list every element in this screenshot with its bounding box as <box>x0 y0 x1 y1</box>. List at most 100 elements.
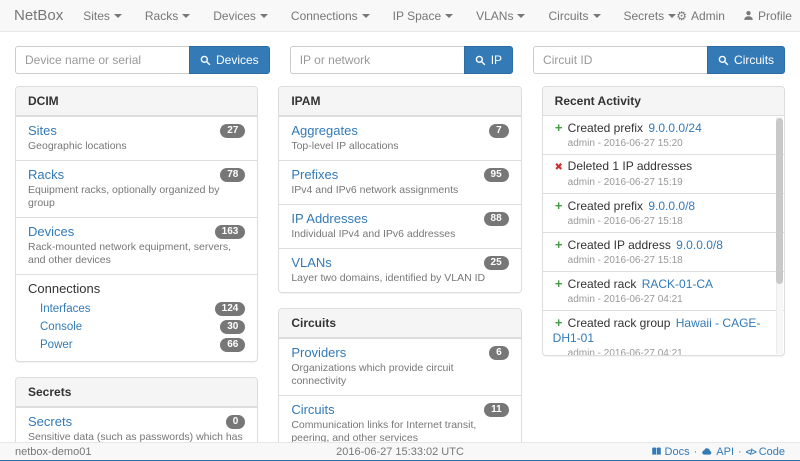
ip-search-button-label: IP <box>491 53 502 67</box>
nav-item-vlans[interactable]: VLANs <box>476 9 525 23</box>
count-badge: 163 <box>215 225 246 239</box>
admin-link[interactable]: ⚙ Admin <box>676 9 725 23</box>
item-description: Equipment racks, optionally organized by… <box>28 184 245 210</box>
connections-section: Connections Interfaces 124 Console 30 Po… <box>16 274 257 361</box>
ip-addresses-link[interactable]: IP Addresses <box>291 211 367 226</box>
activity-action: Created rack <box>568 277 637 291</box>
nav-item-circuits[interactable]: Circuits <box>548 9 600 23</box>
panel-title: Secrets <box>16 378 257 407</box>
activity-target-link[interactable]: 9.0.0.0/8 <box>676 238 723 252</box>
brand-logo[interactable]: NetBox <box>14 7 63 24</box>
activity-target-link[interactable]: 9.0.0.0/24 <box>648 121 701 135</box>
plus-icon: + <box>553 237 565 252</box>
device-search-group: Devices <box>15 46 270 74</box>
activity-item: +Created prefix 9.0.0.0/24 admin - 2016-… <box>543 116 784 154</box>
count-badge: 11 <box>484 403 509 417</box>
racks-link[interactable]: Racks <box>28 167 64 182</box>
item-description: Layer two domains, identified by VLAN ID <box>291 272 508 285</box>
list-item: Sites 27 Geographic locations <box>16 116 257 160</box>
item-description: Top-level IP allocations <box>291 140 508 153</box>
nav-item-ip-space[interactable]: IP Space <box>393 9 453 23</box>
activity-item: +Created rack group Hawaii - CAGE-DH1-01… <box>543 310 784 355</box>
list-item: VLANs 25 Layer two domains, identified b… <box>279 248 520 292</box>
search-icon <box>200 55 211 66</box>
activity-meta: admin - 2016-06-27 15:20 <box>553 137 768 150</box>
activity-list: + Created prefix 9.0.0.0/24 admin - 2016-… <box>543 116 784 355</box>
vlans-link[interactable]: VLANs <box>291 255 331 270</box>
devices-link[interactable]: Devices <box>28 224 74 239</box>
circuits-link[interactable]: Circuits <box>291 402 334 417</box>
search-row: Devices IP Circuits <box>0 32 800 86</box>
ip-search-button[interactable]: IP <box>464 46 513 74</box>
nav-item-connections[interactable]: Connections <box>291 9 370 23</box>
count-badge: 0 <box>226 415 246 429</box>
cloud-icon <box>701 446 713 457</box>
activity-action: Created prefix <box>568 121 643 135</box>
providers-link[interactable]: Providers <box>291 345 346 360</box>
activity-scrollbar-track[interactable] <box>776 117 783 354</box>
panel-recent-activity: Recent Activity + Created prefix 9.0.0.0/… <box>542 86 785 356</box>
search-icon <box>718 55 729 66</box>
activity-target-link[interactable]: RACK-01-CA <box>642 277 713 291</box>
plus-icon: + <box>553 315 565 330</box>
item-description: Organizations which provide circuit conn… <box>291 362 508 388</box>
panel-title: DCIM <box>16 87 257 116</box>
main-menu: Sites Racks Devices Connections IP Space… <box>83 9 676 23</box>
list-item: Secrets 0 Sensitive data (such as passwo… <box>16 407 257 442</box>
code-link[interactable]: </> Code <box>746 446 785 458</box>
count-badge: 124 <box>215 302 246 316</box>
power-link[interactable]: Power <box>40 339 73 351</box>
panel-title: Recent Activity <box>543 87 784 116</box>
aggregates-link[interactable]: Aggregates <box>291 123 358 138</box>
list-item: Devices 163 Rack-mounted network equipme… <box>16 217 257 274</box>
docs-link[interactable]: Docs <box>651 446 690 458</box>
nav-item-racks[interactable]: Racks <box>145 9 190 23</box>
count-badge: 6 <box>489 346 509 360</box>
ip-search-input[interactable] <box>290 46 464 74</box>
chevron-down-icon <box>114 14 122 18</box>
activity-meta: admin - 2016-06-27 15:18 <box>553 215 768 228</box>
chevron-down-icon <box>445 14 453 18</box>
item-description: Individual IPv4 and IPv6 addresses <box>291 228 508 241</box>
footer-links: Docs · API · </> Code <box>585 446 785 458</box>
count-badge: 25 <box>484 256 509 270</box>
panel-secrets: Secrets Secrets 0 Sensitive data (such a… <box>15 377 258 442</box>
activity-meta: admin - 2016-06-27 04:21 <box>553 347 768 355</box>
profile-link[interactable]: Profile <box>743 9 792 23</box>
nav-item-label: Connections <box>291 9 358 23</box>
chevron-down-icon <box>260 14 268 18</box>
circuit-search-input[interactable] <box>533 46 707 74</box>
nav-item-label: Circuits <box>548 9 588 23</box>
list-item: IP Addresses 88 Individual IPv4 and IPv6… <box>279 204 520 248</box>
item-description: Geographic locations <box>28 140 245 153</box>
search-icon <box>475 55 486 66</box>
activity-action: Deleted 1 IP addresses <box>568 159 693 173</box>
list-item: Racks 78 Equipment racks, optionally org… <box>16 160 257 217</box>
api-link[interactable]: API <box>701 446 734 458</box>
panel-dcim: DCIM Sites 27 Geographic locations Racks… <box>15 86 258 362</box>
chevron-down-icon <box>362 14 370 18</box>
chevron-down-icon <box>517 14 525 18</box>
activity-target-link[interactable]: 9.0.0.0/8 <box>648 199 695 213</box>
sites-link[interactable]: Sites <box>28 123 57 138</box>
api-label[interactable]: API <box>716 446 734 458</box>
item-description: Sensitive data (such as passwords) which… <box>28 431 245 442</box>
nav-item-label: VLANs <box>476 9 513 23</box>
nav-item-sites[interactable]: Sites <box>83 9 122 23</box>
prefixes-link[interactable]: Prefixes <box>291 167 338 182</box>
circuit-search-button[interactable]: Circuits <box>707 46 785 74</box>
device-search-input[interactable] <box>15 46 189 74</box>
code-label[interactable]: Code <box>759 446 785 458</box>
count-badge: 30 <box>220 320 245 334</box>
activity-scrollbar-thumb[interactable] <box>776 118 783 284</box>
secrets-link[interactable]: Secrets <box>28 414 72 429</box>
interfaces-link[interactable]: Interfaces <box>40 303 91 315</box>
item-description: Communication links for Internet transit… <box>291 419 508 442</box>
code-icon: </> <box>746 447 756 457</box>
console-link[interactable]: Console <box>40 321 82 333</box>
activity-meta: admin - 2016-06-27 15:19 <box>553 176 768 189</box>
device-search-button[interactable]: Devices <box>189 46 270 74</box>
nav-item-devices[interactable]: Devices <box>213 9 268 23</box>
docs-label[interactable]: Docs <box>665 446 690 458</box>
nav-item-secrets[interactable]: Secrets <box>624 9 677 23</box>
